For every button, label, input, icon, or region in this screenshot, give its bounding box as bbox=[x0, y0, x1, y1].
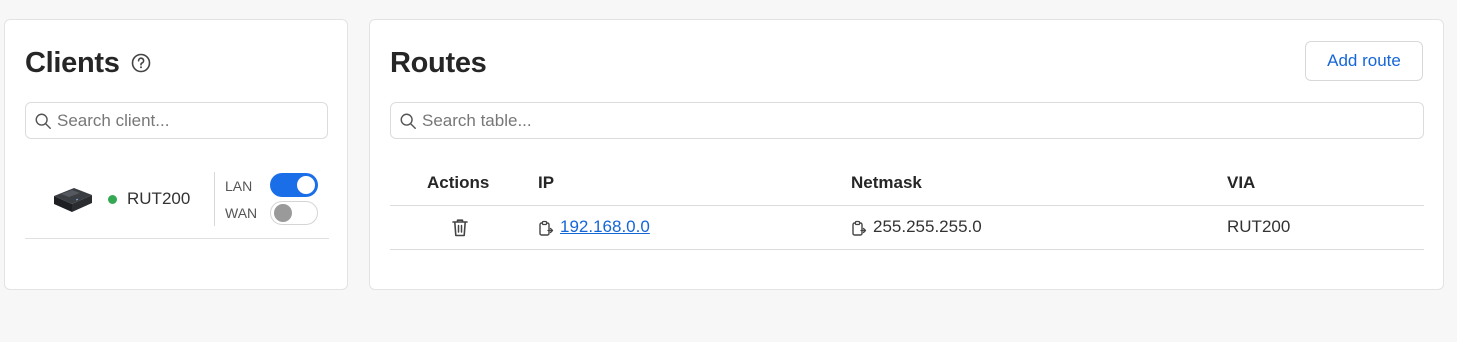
column-header-ip[interactable]: IP bbox=[538, 173, 554, 193]
clients-panel: Clients RUT200 LAN WAN bbox=[4, 19, 348, 290]
lan-toggle[interactable] bbox=[270, 173, 318, 197]
routes-panel: Routes Add route Actions IP Netmask VIA bbox=[369, 19, 1444, 290]
client-search[interactable] bbox=[25, 102, 328, 139]
table-row: 192.168.0.0 255.255.255.0 RUT200 bbox=[390, 206, 1424, 250]
toggle-knob bbox=[297, 176, 315, 194]
column-header-netmask[interactable]: Netmask bbox=[851, 173, 922, 193]
add-route-button[interactable]: Add route bbox=[1305, 41, 1423, 81]
router-device-icon bbox=[54, 188, 92, 212]
routes-search-input[interactable] bbox=[422, 110, 1423, 131]
client-search-input[interactable] bbox=[57, 110, 327, 131]
clients-title: Clients bbox=[25, 47, 120, 79]
toggle-knob bbox=[274, 204, 292, 222]
routes-title: Routes bbox=[390, 47, 487, 79]
divider bbox=[214, 172, 215, 226]
table-header: Actions IP Netmask VIA bbox=[390, 162, 1424, 206]
client-item[interactable]: RUT200 LAN WAN bbox=[25, 168, 329, 239]
routes-search[interactable] bbox=[390, 102, 1424, 139]
ip-cell: 192.168.0.0 bbox=[538, 217, 650, 237]
question-circle-icon[interactable] bbox=[131, 53, 151, 73]
column-header-actions: Actions bbox=[427, 173, 490, 192]
netmask-cell: 255.255.255.0 bbox=[851, 217, 982, 237]
search-icon bbox=[400, 113, 416, 129]
copy-icon[interactable] bbox=[851, 220, 867, 237]
client-name: RUT200 bbox=[127, 189, 191, 208]
status-online-dot bbox=[108, 195, 117, 204]
wan-label: WAN bbox=[225, 205, 258, 221]
lan-label: LAN bbox=[225, 178, 253, 194]
column-header-via[interactable]: VIA bbox=[1227, 173, 1255, 193]
trash-icon[interactable] bbox=[450, 217, 470, 238]
wan-toggle[interactable] bbox=[270, 201, 318, 225]
routes-table: Actions IP Netmask VIA 192.168.0.0 255.2… bbox=[390, 162, 1424, 250]
via-value: RUT200 bbox=[1227, 217, 1291, 236]
netmask-value: 255.255.255.0 bbox=[873, 217, 982, 236]
copy-icon[interactable] bbox=[538, 220, 554, 237]
ip-link[interactable]: 192.168.0.0 bbox=[560, 217, 650, 237]
search-icon bbox=[35, 113, 51, 129]
